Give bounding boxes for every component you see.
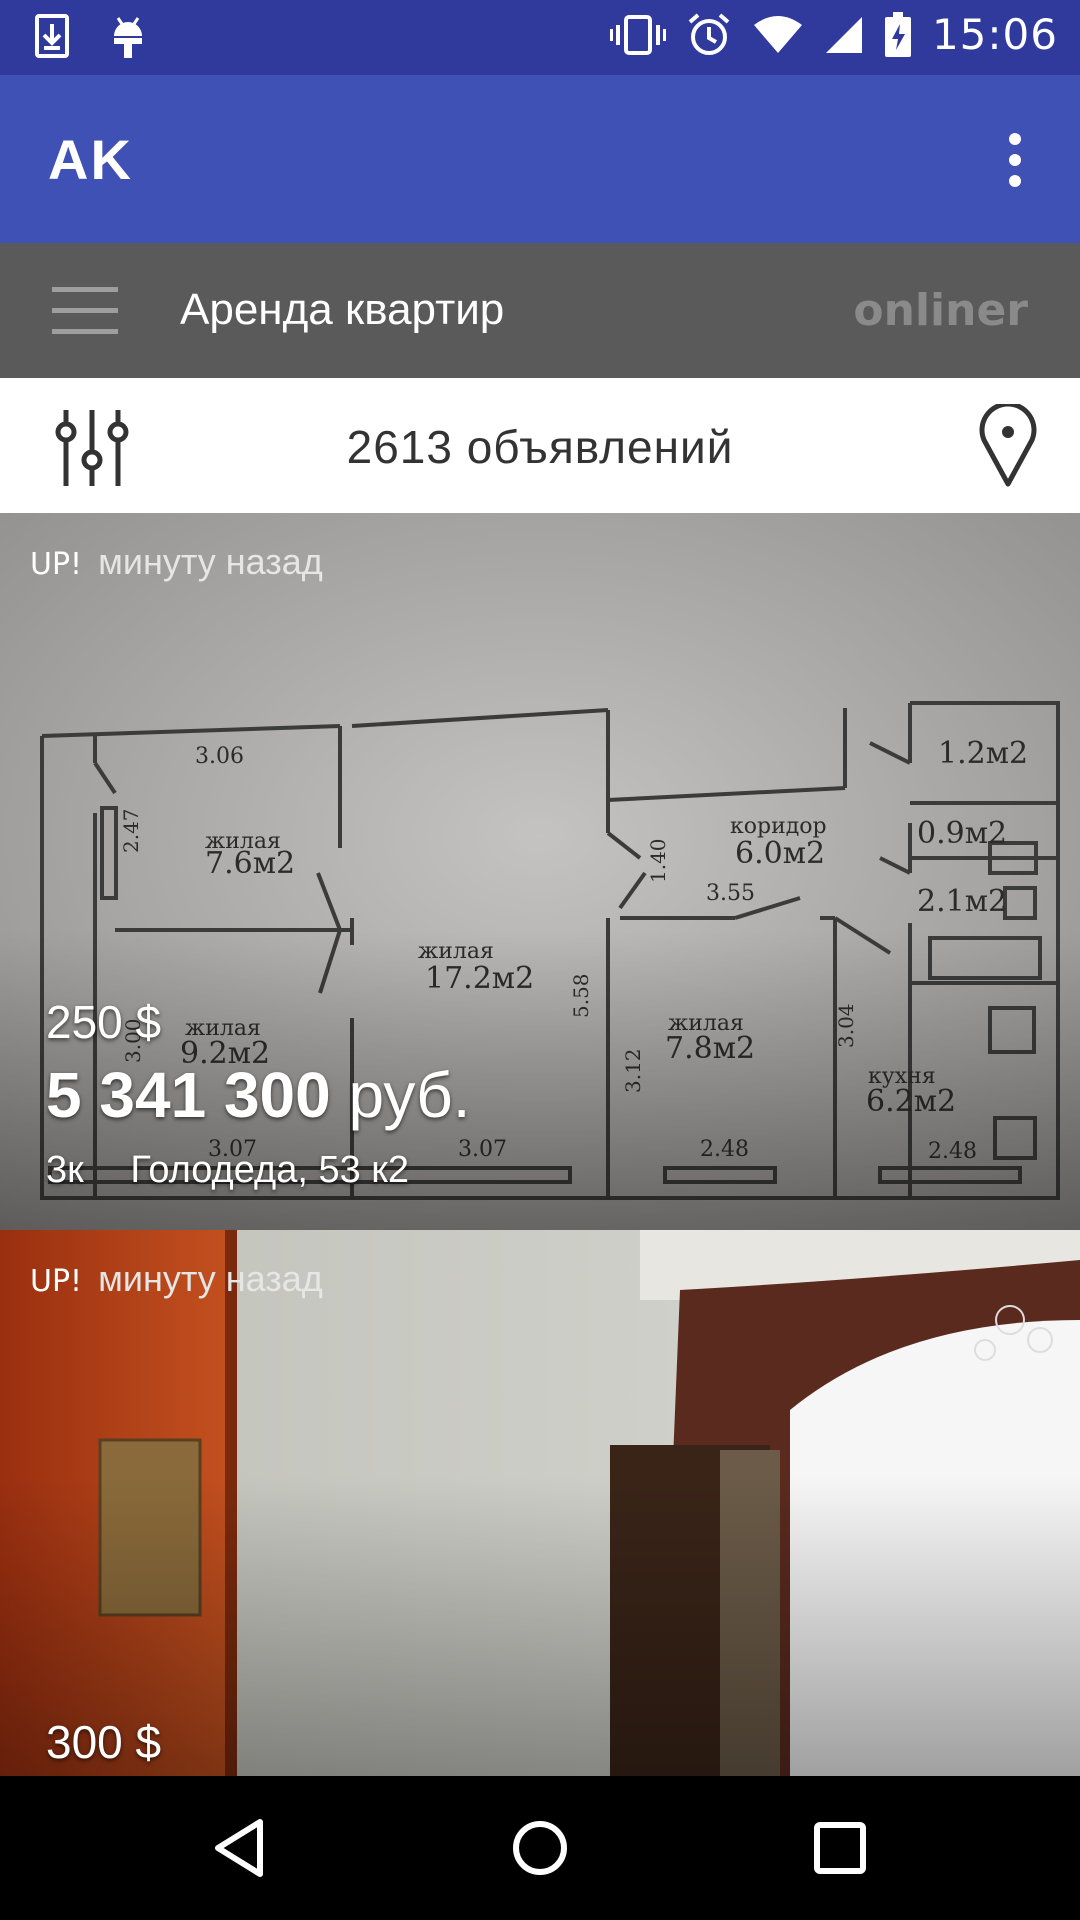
navigation-bar (0, 1776, 1080, 1920)
price-byr-number: 5 341 300 (46, 1059, 331, 1131)
listing-card[interactable]: UP! минуту назад 300 $ (0, 1230, 1080, 1776)
price-usd: 300 $ (46, 1716, 162, 1768)
status-bar: 15:06 (0, 0, 1080, 75)
cell-signal-icon (825, 16, 862, 53)
svg-text:1.2м2: 1.2м2 (938, 736, 1028, 771)
listing-info: 3к Голодеда, 53 к2 (46, 1149, 409, 1192)
photo-shade (0, 1476, 1080, 1776)
up-row: UP! минуту назад (30, 541, 323, 583)
app-bar: AK (0, 75, 1080, 243)
vibrate-icon (609, 14, 666, 55)
listing-count: 2613 объявлений (346, 421, 734, 473)
price-usd: 250 $ (46, 996, 162, 1048)
up-row: UP! минуту назад (30, 1258, 323, 1300)
listing-card[interactable]: 3.06 жилая 7.6м2 жилая 17.2м2 жилая 9.2м… (0, 513, 1080, 1230)
back-icon (215, 1819, 263, 1877)
overflow-menu-button[interactable] (980, 125, 1050, 195)
time-ago: минуту назад (98, 541, 323, 582)
address: Голодеда, 53 к2 (130, 1149, 410, 1191)
category-title: Аренда квартир (180, 285, 505, 334)
svg-text:3.06: 3.06 (195, 744, 244, 769)
menu-button[interactable] (52, 285, 118, 337)
svg-text:1.40: 1.40 (646, 838, 670, 883)
svg-text:0.9м2: 0.9м2 (917, 816, 1007, 851)
svg-text:6.0м2: 6.0м2 (735, 836, 825, 871)
up-badge: UP! (30, 1264, 83, 1299)
map-pin-icon (979, 401, 1037, 487)
map-button[interactable] (978, 401, 1038, 488)
category-bar: Аренда квартир onliner (0, 243, 1080, 378)
wifi-icon (753, 15, 802, 53)
rooms-count: 3к (46, 1149, 84, 1191)
svg-text:3.55: 3.55 (706, 881, 755, 906)
recents-icon (814, 1822, 866, 1874)
price-byr-unit: руб. (348, 1059, 471, 1131)
android-icon (114, 17, 142, 58)
filter-bar: 2613 объявлений (0, 378, 1080, 513)
status-time: 15:06 (931, 10, 1058, 59)
download-icon (35, 14, 69, 58)
more-vert-icon (1009, 133, 1021, 187)
up-badge: UP! (30, 547, 83, 582)
recents-button[interactable] (804, 1812, 876, 1884)
svg-text:2.1м2: 2.1м2 (917, 884, 1007, 919)
home-button[interactable] (504, 1812, 576, 1884)
alarm-icon (688, 12, 730, 55)
home-icon (513, 1821, 567, 1875)
brand-logo: onliner (853, 285, 1028, 336)
svg-text:7.6м2: 7.6м2 (205, 846, 295, 881)
hamburger-icon (52, 287, 118, 334)
back-button[interactable] (204, 1812, 276, 1884)
time-ago: минуту назад (98, 1258, 323, 1299)
app-title: AK (48, 128, 133, 191)
battery-charging-icon (884, 11, 911, 57)
svg-text:2.47: 2.47 (119, 808, 143, 853)
price-byr: 5 341 300 руб. (46, 1058, 471, 1132)
